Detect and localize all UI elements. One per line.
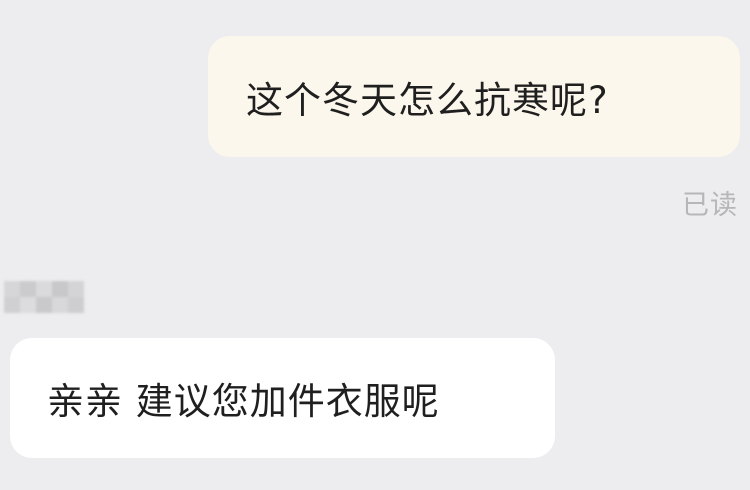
incoming-message-text: 亲亲 建议您加件衣服呢 <box>47 380 440 423</box>
outgoing-message-bubble[interactable]: 这个冬天怎么抗寒呢? <box>208 36 740 157</box>
sender-name-pixelated <box>4 281 84 313</box>
incoming-message-bubble[interactable]: 亲亲 建议您加件衣服呢 <box>10 338 555 458</box>
read-receipt-status: 已读 <box>682 190 738 221</box>
outgoing-message-text: 这个冬天怎么抗寒呢? <box>246 78 609 122</box>
